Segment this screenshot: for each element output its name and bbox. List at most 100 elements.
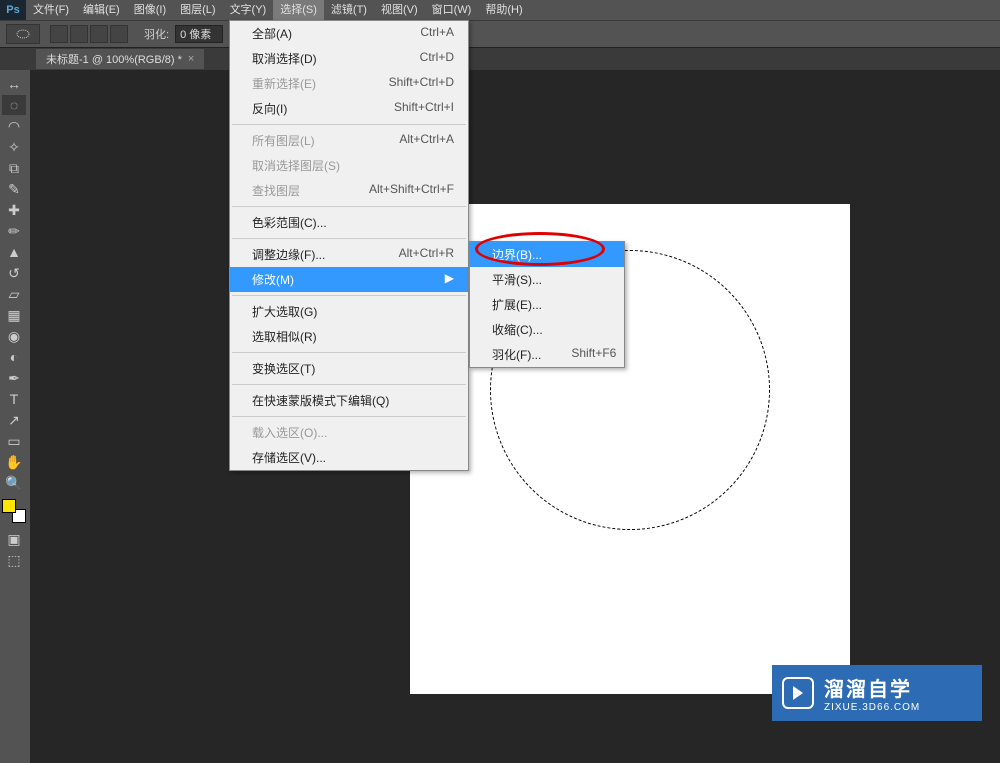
menu-item-label: 修改(M) xyxy=(252,271,294,288)
dodge-tool-icon[interactable]: ◐ xyxy=(2,347,26,367)
menu-item-label: 选取相似(R) xyxy=(252,328,317,345)
mode-add-icon[interactable] xyxy=(70,25,88,43)
menu-image[interactable]: 图像(I) xyxy=(127,0,173,20)
healing-tool-icon[interactable]: ✚ xyxy=(2,200,26,220)
menu-item-label: 调整边缘(F)... xyxy=(252,246,325,263)
menu-shortcut: Shift+Ctrl+I xyxy=(394,100,454,117)
tool-preset-icon[interactable] xyxy=(6,24,40,44)
eraser-tool-icon[interactable]: ▱ xyxy=(2,284,26,304)
menu-help[interactable]: 帮助(H) xyxy=(478,0,529,20)
path-tool-icon[interactable]: ↗ xyxy=(2,410,26,430)
options-bar: 羽化: 调整边缘 ... xyxy=(0,20,1000,48)
brush-tool-icon[interactable]: ✏ xyxy=(2,221,26,241)
menu-separator xyxy=(232,206,466,207)
marquee-tool-icon[interactable]: ◌ xyxy=(2,95,26,115)
wand-tool-icon[interactable]: ✧ xyxy=(2,137,26,157)
menu-file[interactable]: 文件(F) xyxy=(26,0,76,20)
tab-close-icon[interactable]: × xyxy=(188,53,194,65)
canvas-area xyxy=(30,70,1000,763)
stamp-tool-icon[interactable]: ▲ xyxy=(2,242,26,262)
toolbox: ↔ ◌ ◠ ✧ ⧉ ✎ ✚ ✏ ▲ ↺ ▱ ▦ ◉ ◐ ✒ T ↗ ▭ ✋ 🔍 … xyxy=(0,70,28,571)
submenu-item[interactable]: 羽化(F)...Shift+F6 xyxy=(470,342,624,367)
submenu-item-label: 收缩(C)... xyxy=(492,321,543,338)
menu-separator xyxy=(232,416,466,417)
menu-select[interactable]: 选择(S) xyxy=(273,0,324,20)
menu-item-label: 所有图层(L) xyxy=(252,132,315,149)
blur-tool-icon[interactable]: ◉ xyxy=(2,326,26,346)
mode-intersect-icon[interactable] xyxy=(110,25,128,43)
zoom-tool-icon[interactable]: 🔍 xyxy=(2,473,26,493)
menu-item-label: 扩大选取(G) xyxy=(252,303,317,320)
menu-item-label: 变换选区(T) xyxy=(252,360,315,377)
pen-tool-icon[interactable]: ✒ xyxy=(2,368,26,388)
menu-separator xyxy=(232,124,466,125)
mode-subtract-icon[interactable] xyxy=(90,25,108,43)
menu-layer[interactable]: 图层(L) xyxy=(173,0,222,20)
menu-item[interactable]: 选取相似(R) xyxy=(230,324,468,349)
menu-item[interactable]: 在快速蒙版模式下编辑(Q) xyxy=(230,388,468,413)
menu-item[interactable]: 存储选区(V)... xyxy=(230,445,468,470)
menu-item[interactable]: 色彩范围(C)... xyxy=(230,210,468,235)
menu-shortcut: Shift+Ctrl+D xyxy=(389,75,454,92)
menu-separator xyxy=(232,295,466,296)
menu-view[interactable]: 视图(V) xyxy=(374,0,425,20)
menu-item[interactable]: 变换选区(T) xyxy=(230,356,468,381)
lasso-tool-icon[interactable]: ◠ xyxy=(2,116,26,136)
menu-separator xyxy=(232,352,466,353)
screenmode-icon[interactable]: ⬚ xyxy=(2,550,26,570)
hand-tool-icon[interactable]: ✋ xyxy=(2,452,26,472)
menu-separator xyxy=(232,384,466,385)
play-icon xyxy=(782,677,814,709)
menu-shortcut: Shift+F6 xyxy=(571,346,616,363)
menu-item[interactable]: 扩大选取(G) xyxy=(230,299,468,324)
menu-item-label: 反向(I) xyxy=(252,100,287,117)
menu-item: 查找图层 Alt+Shift+Ctrl+F xyxy=(230,178,468,203)
menu-shortcut: Ctrl+A xyxy=(420,25,454,42)
submenu-item[interactable]: 扩展(E)... xyxy=(470,292,624,317)
menu-item-label: 取消选择图层(S) xyxy=(252,157,340,174)
menu-type[interactable]: 文字(Y) xyxy=(223,0,274,20)
menu-window[interactable]: 窗口(W) xyxy=(425,0,479,20)
move-tool-icon[interactable]: ↔ xyxy=(2,74,26,94)
document-tab-bar: 未标题-1 @ 100%(RGB/8) * × xyxy=(0,48,1000,70)
submenu-item[interactable]: 收缩(C)... xyxy=(470,317,624,342)
menu-bar: Ps 文件(F) 编辑(E) 图像(I) 图层(L) 文字(Y) 选择(S) 滤… xyxy=(0,0,1000,20)
quickmask-icon[interactable]: ▣ xyxy=(2,529,26,549)
menu-item-label: 色彩范围(C)... xyxy=(252,214,327,231)
feather-input[interactable] xyxy=(175,25,223,43)
document-tab-title: 未标题-1 @ 100%(RGB/8) * xyxy=(46,51,182,67)
menu-item[interactable]: 全部(A) Ctrl+A xyxy=(230,21,468,46)
mode-new-icon[interactable] xyxy=(50,25,68,43)
menu-item-label: 重新选择(E) xyxy=(252,75,316,92)
menu-item-label: 查找图层 xyxy=(252,182,300,199)
menu-item-label: 载入选区(O)... xyxy=(252,424,327,441)
crop-tool-icon[interactable]: ⧉ xyxy=(2,158,26,178)
menu-shortcut: Alt+Shift+Ctrl+F xyxy=(369,182,454,199)
document-tab[interactable]: 未标题-1 @ 100%(RGB/8) * × xyxy=(36,49,204,69)
eyedropper-tool-icon[interactable]: ✎ xyxy=(2,179,26,199)
shape-tool-icon[interactable]: ▭ xyxy=(2,431,26,451)
watermark-title: 溜溜自学 xyxy=(824,673,920,702)
history-brush-tool-icon[interactable]: ↺ xyxy=(2,263,26,283)
submenu-item-label: 平滑(S)... xyxy=(492,271,542,288)
foreground-color-swatch[interactable] xyxy=(2,499,16,513)
menu-filter[interactable]: 滤镜(T) xyxy=(324,0,374,20)
menu-item[interactable]: 取消选择(D)Ctrl+D xyxy=(230,46,468,71)
selection-mode-icons xyxy=(50,25,128,43)
menu-shortcut: Alt+Ctrl+A xyxy=(399,132,454,149)
menu-item: 取消选择图层(S) xyxy=(230,153,468,178)
menu-item[interactable]: 反向(I) Shift+Ctrl+I xyxy=(230,96,468,121)
type-tool-icon[interactable]: T xyxy=(2,389,26,409)
color-swatches[interactable] xyxy=(2,499,26,523)
menu-item-label: 全部(A) xyxy=(252,25,292,42)
menu-item[interactable]: 调整边缘(F)...Alt+Ctrl+R xyxy=(230,242,468,267)
watermark-url: ZIXUE.3D66.COM xyxy=(824,702,920,713)
menu-item-label: 在快速蒙版模式下编辑(Q) xyxy=(252,392,389,409)
menu-item[interactable]: 修改(M)▶ xyxy=(230,267,468,292)
modify-submenu: 边界(B)... 平滑(S)... 扩展(E)... 收缩(C)... 羽化(F)...… xyxy=(469,241,625,368)
submenu-item[interactable]: 边界(B)... xyxy=(470,242,624,267)
menu-item: 重新选择(E) Shift+Ctrl+D xyxy=(230,71,468,96)
submenu-item[interactable]: 平滑(S)... xyxy=(470,267,624,292)
gradient-tool-icon[interactable]: ▦ xyxy=(2,305,26,325)
menu-edit[interactable]: 编辑(E) xyxy=(76,0,127,20)
